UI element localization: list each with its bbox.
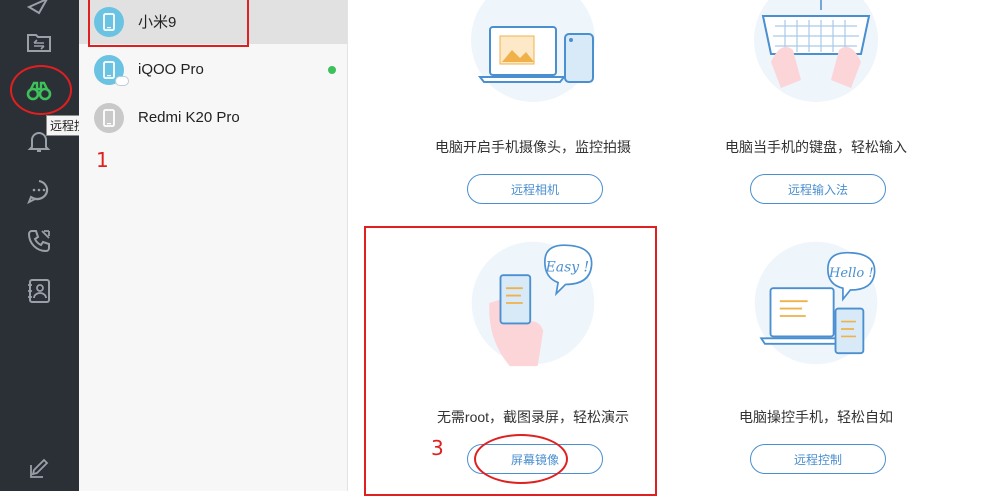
remote-control-button[interactable]: 远程控制 xyxy=(750,444,886,474)
card-description: 电脑操控手机，轻松自如 xyxy=(739,409,893,425)
online-status-dot xyxy=(328,66,336,74)
card-remote-camera: 电脑开启手机摄像头，监控拍摄 远程相机 xyxy=(383,0,683,220)
remote-input-button[interactable]: 远程输入法 xyxy=(750,174,886,204)
annotation-circle-binoculars xyxy=(10,65,72,115)
folder-transfer-icon[interactable] xyxy=(22,25,56,59)
remote-camera-button[interactable]: 远程相机 xyxy=(467,174,603,204)
contacts-icon[interactable] xyxy=(22,274,56,308)
device-list-panel: 小米9 iQOO Pro Redmi K20 Pro xyxy=(79,0,348,491)
hello-bubble-text: Hello ! xyxy=(828,266,874,281)
device-name: iQOO Pro xyxy=(138,61,204,78)
card-remote-keyboard: 电脑当手机的键盘，轻松输入 远程输入法 xyxy=(666,0,966,220)
annotation-circle-mirror-button xyxy=(474,434,568,484)
device-name: Redmi K20 Pro xyxy=(138,109,240,126)
chat-icon[interactable] xyxy=(22,174,56,208)
annotation-step-3: 3 xyxy=(431,436,444,460)
phone-call-icon[interactable] xyxy=(22,224,56,258)
control-illustration: Hello ! xyxy=(754,241,878,365)
keyboard-illustration xyxy=(754,0,878,102)
card-description: 电脑当手机的键盘，轻松输入 xyxy=(725,139,907,155)
annotation-step-1: 1 xyxy=(96,148,109,172)
annotation-rect-device xyxy=(88,0,249,47)
edit-icon[interactable] xyxy=(22,452,56,486)
card-description: 电脑开启手机摄像头，监控拍摄 xyxy=(435,139,631,155)
device-item-iqoo-pro[interactable]: iQOO Pro xyxy=(79,48,347,92)
cloud-icon xyxy=(115,76,129,86)
camera-illustration xyxy=(471,0,595,102)
card-remote-control: Hello ! 电脑操控手机，轻松自如 远程控制 xyxy=(666,230,966,491)
send-icon[interactable] xyxy=(22,0,56,20)
phone-icon xyxy=(94,103,124,133)
device-item-redmi-k20-pro[interactable]: Redmi K20 Pro xyxy=(79,96,347,140)
